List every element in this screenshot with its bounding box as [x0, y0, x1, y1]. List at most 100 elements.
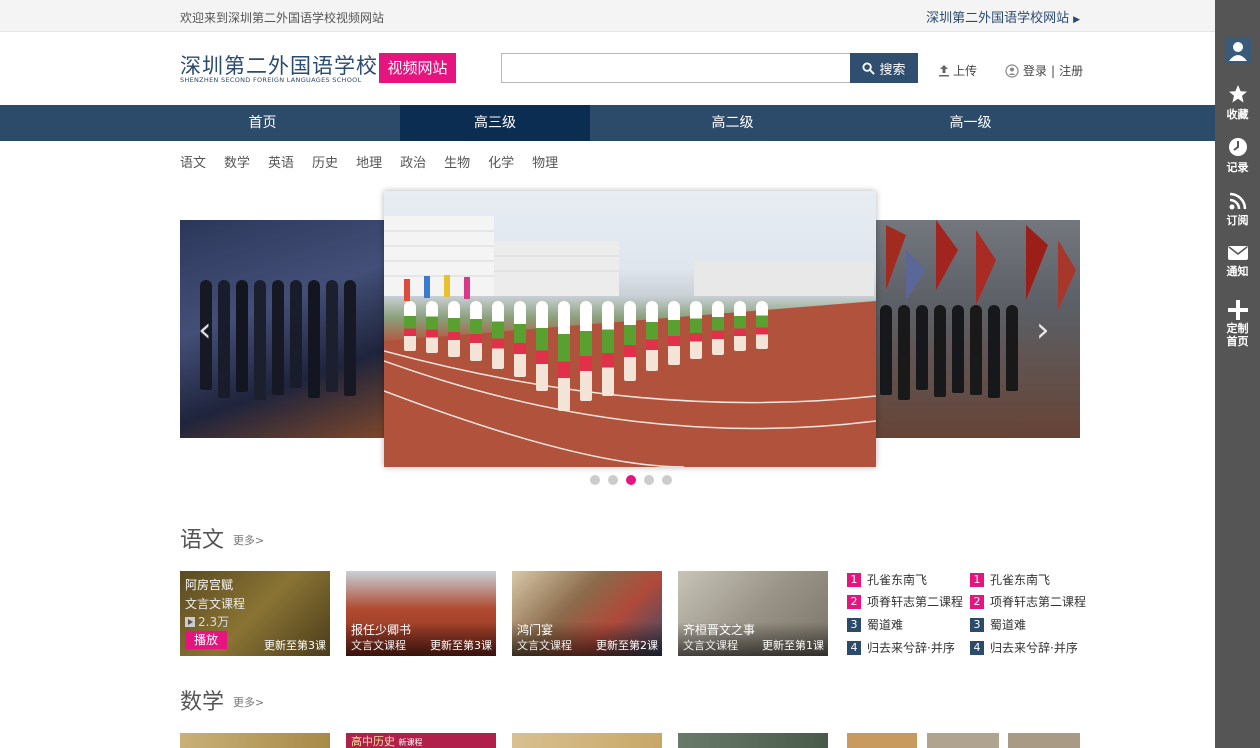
course-thumb-title-text: 高中历史 — [351, 735, 395, 748]
view-count-value: 2.3万 — [198, 615, 230, 629]
subject-history[interactable]: 历史 — [312, 152, 338, 171]
subject-english[interactable]: 英语 — [268, 152, 294, 171]
course-thumb-title: 高中历史 新课程 — [351, 733, 423, 748]
subject-physics[interactable]: 物理 — [532, 152, 558, 171]
course-card[interactable]: 报任少卿书 文言文课程 更新至第3课 — [346, 571, 496, 656]
rank-title: 归去来兮辞·并序 — [867, 641, 955, 655]
sidebar-item-notifications[interactable]: 通知 — [1215, 245, 1260, 279]
carousel-dot-4[interactable] — [644, 475, 654, 485]
search-input[interactable] — [501, 53, 851, 83]
header: 深圳第二外国语学校 SHENZHEN SECOND FOREIGN LANGUA… — [0, 32, 1215, 105]
mail-icon — [1227, 246, 1248, 260]
rss-icon — [1229, 192, 1246, 210]
sidebar-label: 定制首页 — [1226, 322, 1249, 348]
course-card[interactable]: 齐桓晋文之事 文言文课程 更新至第1课 — [678, 571, 828, 656]
update-status: 更新至第3课 — [430, 639, 492, 652]
course-subtitle: 文言文课程 — [351, 639, 406, 652]
logo-english: SHENZHEN SECOND FOREIGN LANGUAGES SCHOOL — [180, 76, 362, 84]
carousel-prev-icon[interactable]: ‹ — [198, 310, 212, 350]
carousel-next-icon[interactable]: › — [1036, 310, 1050, 350]
subject-geography[interactable]: 地理 — [356, 152, 382, 171]
course-title: 阿房宫赋 — [185, 578, 234, 592]
rank-item[interactable]: 4 归去来兮辞·并序 — [970, 639, 1078, 656]
rank-title: 孔雀东南飞 — [867, 573, 928, 587]
carousel-dot-3[interactable] — [626, 475, 636, 485]
course-card[interactable]: 鸿门宴 文言文课程 更新至第2课 — [512, 571, 662, 656]
sidebar-item-subscribe[interactable]: 订阅 — [1215, 192, 1260, 228]
login-link[interactable]: 登录 — [1023, 62, 1047, 79]
rank-number: 1 — [970, 572, 984, 587]
rank-item[interactable]: 4 归去来兮辞·并序 — [847, 639, 955, 656]
carousel-dot-2[interactable] — [608, 475, 618, 485]
course-subtitle: 文言文课程 — [683, 639, 738, 652]
subject-chinese[interactable]: 语文 — [180, 152, 206, 171]
sidebar-label: 收藏 — [1226, 108, 1249, 121]
carousel-dot-1[interactable] — [590, 475, 600, 485]
rank-title: 项脊轩志第二课程 — [990, 595, 1087, 609]
right-sidebar: 收藏 记录 订阅 通知 定制首页 — [1215, 0, 1260, 748]
sidebar-item-history[interactable]: 记录 — [1215, 137, 1260, 175]
nav-item-home[interactable]: 首页 — [180, 105, 345, 141]
rank-title: 孔雀东南飞 — [990, 573, 1051, 587]
update-status: 更新至第3课 — [264, 639, 326, 652]
top-bar: 欢迎来到深圳第二外国语学校视频网站 深圳第二外国语学校网站 ▶ — [0, 0, 1215, 32]
subject-biology[interactable]: 生物 — [444, 152, 470, 171]
course-card[interactable] — [847, 733, 917, 748]
play-count-icon — [185, 616, 195, 627]
upload-link[interactable]: 上传 — [938, 62, 977, 79]
section-title-chinese: 语文 — [180, 528, 225, 553]
course-title: 鸿门宴 — [517, 623, 554, 637]
nav-item-grade1[interactable]: 高一级 — [878, 105, 1063, 141]
rank-number: 3 — [847, 617, 861, 632]
rank-item[interactable]: 3 蜀道难 — [847, 616, 903, 633]
upload-label: 上传 — [953, 64, 978, 78]
update-status: 更新至第1课 — [762, 639, 824, 652]
nav-item-grade3[interactable]: 高三级 — [400, 105, 590, 141]
rank-item[interactable]: 2 项脊轩志第二课程 — [970, 593, 1086, 610]
section-title-math: 数学 — [180, 690, 225, 715]
subject-politics[interactable]: 政治 — [400, 152, 426, 171]
section-more-chinese[interactable]: 更多> — [233, 532, 264, 548]
carousel-slide-active[interactable] — [384, 191, 876, 467]
course-card[interactable] — [1008, 733, 1080, 748]
carousel-dot-5[interactable] — [662, 475, 672, 485]
separator: | — [1051, 63, 1056, 78]
play-button[interactable]: 播放 — [185, 631, 227, 649]
rank-item[interactable]: 2 项脊轩志第二课程 — [847, 593, 963, 610]
view-count: 2.3万 — [185, 613, 229, 630]
course-card[interactable] — [180, 733, 330, 748]
course-card[interactable]: 高中历史 新课程 — [346, 733, 496, 748]
sidebar-label: 订阅 — [1226, 214, 1249, 227]
update-status: 更新至第2课 — [596, 639, 658, 652]
course-subtitle: 文言文课程 — [185, 597, 246, 611]
upload-icon — [939, 65, 949, 77]
rank-number: 3 — [970, 617, 984, 632]
clock-icon — [1228, 138, 1247, 156]
rank-item[interactable]: 3 蜀道难 — [970, 616, 1026, 633]
user-icon — [1005, 63, 1019, 78]
course-card[interactable] — [678, 733, 828, 748]
course-title: 齐桓晋文之事 — [683, 623, 756, 637]
search-icon — [862, 61, 876, 75]
rank-item[interactable]: 1 孔雀东南飞 — [970, 571, 1050, 588]
subject-math[interactable]: 数学 — [224, 152, 250, 171]
subject-chemistry[interactable]: 化学 — [488, 152, 514, 171]
rank-item[interactable]: 1 孔雀东南飞 — [847, 571, 927, 588]
avatar-icon — [1224, 37, 1251, 63]
course-card[interactable]: 阿房宫赋 文言文课程 2.3万 播放 更新至第3课 — [180, 571, 330, 656]
main-nav: 首页 高三级 高二级 高一级 — [0, 105, 1215, 141]
login-area: 登录 | 注册 — [1005, 62, 1083, 79]
sidebar-item-favorites[interactable]: 收藏 — [1215, 84, 1260, 122]
section-more-math[interactable]: 更多> — [233, 694, 264, 710]
search-button[interactable]: 搜索 — [850, 53, 918, 83]
avatar[interactable] — [1215, 37, 1260, 65]
course-card[interactable] — [512, 733, 662, 748]
carousel-dots — [590, 475, 672, 485]
register-link[interactable]: 注册 — [1059, 62, 1083, 79]
course-card[interactable] — [927, 733, 999, 748]
sidebar-item-customize-home[interactable]: 定制首页 — [1215, 300, 1260, 348]
school-site-link[interactable]: 深圳第二外国语学校网站 ▶ — [926, 7, 1080, 26]
nav-item-grade2[interactable]: 高二级 — [640, 105, 825, 141]
video-site-badge: 视频网站 — [379, 53, 456, 83]
course-thumb-subtitle: 新课程 — [398, 738, 423, 747]
